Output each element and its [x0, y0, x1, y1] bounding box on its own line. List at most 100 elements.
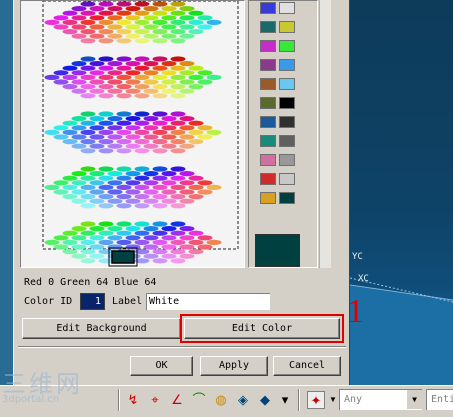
- palette-color-cell: [98, 38, 114, 44]
- apply-button[interactable]: Apply: [200, 356, 268, 376]
- palette-color-cell: [152, 93, 168, 99]
- palette-color-cell: [71, 24, 87, 30]
- edit-background-button[interactable]: Edit Background: [22, 318, 181, 339]
- palette-color-cell: [125, 15, 141, 21]
- color-swatch[interactable]: [279, 2, 295, 14]
- palette-color-cell: [134, 74, 150, 80]
- palette-color-cell: [116, 139, 132, 145]
- color-palette[interactable]: [21, 1, 244, 267]
- palette-color-cell: [98, 1, 114, 7]
- color-swatch[interactable]: [260, 173, 276, 185]
- palette-color-cell: [134, 221, 150, 227]
- palette-color-cell: [125, 79, 141, 85]
- palette-color-cell: [134, 1, 150, 7]
- ok-button[interactable]: OK: [130, 356, 193, 376]
- chevron-down-icon[interactable]: ▼: [407, 390, 422, 409]
- color-swatch[interactable]: [260, 97, 276, 109]
- palette-color-cell: [44, 129, 60, 135]
- palette-color-cell: [107, 143, 123, 149]
- palette-color-cell: [143, 235, 159, 241]
- color-swatch[interactable]: [279, 59, 295, 71]
- cancel-button[interactable]: Cancel: [273, 356, 341, 376]
- color-swatch[interactable]: [279, 192, 295, 204]
- color-swatch[interactable]: [260, 192, 276, 204]
- color-swatch[interactable]: [260, 78, 276, 90]
- color-swatch[interactable]: [260, 40, 276, 52]
- color-swatch[interactable]: [279, 135, 295, 147]
- color-swatch[interactable]: [279, 116, 295, 128]
- color-swatch[interactable]: [279, 97, 295, 109]
- entity-filter-combo[interactable]: Enti: [426, 389, 453, 410]
- palette-color-cell: [89, 88, 105, 94]
- palette-color-cell: [89, 61, 105, 67]
- color-swatch[interactable]: [279, 40, 295, 52]
- palette-color-cell: [197, 125, 213, 131]
- palette-color-cell: [125, 235, 141, 241]
- color-swatch[interactable]: [279, 21, 295, 33]
- palette-color-cell: [143, 116, 159, 122]
- snap-point-icon[interactable]: ✦: [307, 391, 325, 409]
- palette-color-cell: [62, 10, 78, 16]
- palette-color-cell: [80, 111, 96, 117]
- surface-icon[interactable]: ◈: [234, 391, 252, 409]
- color-swatch[interactable]: [260, 2, 276, 14]
- point-icon[interactable]: ∠: [168, 391, 186, 409]
- palette-color-cell: [89, 24, 105, 30]
- palette-color-cell: [206, 239, 222, 245]
- color-label-field[interactable]: White: [146, 293, 270, 310]
- palette-color-cell: [161, 33, 177, 39]
- color-swatch[interactable]: [279, 173, 295, 185]
- palette-color-cell: [89, 79, 105, 85]
- color-swatch[interactable]: [260, 116, 276, 128]
- color-swatch[interactable]: [260, 59, 276, 71]
- info-icon[interactable]: ↯: [124, 391, 142, 409]
- palette-color-cell: [188, 19, 204, 25]
- palette-color-cell: [71, 125, 87, 131]
- angle-icon[interactable]: ⌒: [190, 391, 208, 409]
- selection-filter-combo[interactable]: Any ▼: [339, 389, 422, 410]
- palette-color-cell: [170, 175, 186, 181]
- palette-color-cell: [134, 29, 150, 35]
- palette-color-cell: [80, 239, 96, 245]
- palette-color-cell: [134, 129, 150, 135]
- palette-color-cell: [44, 184, 60, 190]
- color-swatch[interactable]: [260, 135, 276, 147]
- palette-color-cell: [161, 6, 177, 12]
- graphics-viewport[interactable]: YC XC: [350, 0, 453, 385]
- palette-color-cell: [116, 111, 132, 117]
- layer-icon[interactable]: ▾: [276, 391, 294, 409]
- palette-color-cell: [89, 33, 105, 39]
- color-dialog: Red 0 Green 64 Blue 64 Color ID 1 Label …: [13, 0, 350, 385]
- color-id-field[interactable]: 1: [80, 293, 105, 310]
- palette-color-cell: [53, 79, 69, 85]
- palette-color-cell: [125, 180, 141, 186]
- palette-color-cell: [134, 166, 150, 172]
- palette-color-cell: [71, 180, 87, 186]
- curve-icon[interactable]: ◍: [212, 391, 230, 409]
- palette-color-cell: [161, 189, 177, 195]
- color-swatch[interactable]: [260, 154, 276, 166]
- palette-color-cell: [152, 194, 168, 200]
- palette-color-cell: [107, 125, 123, 131]
- custom-colors-scrollbar[interactable]: [319, 0, 331, 268]
- palette-color-cell: [80, 29, 96, 35]
- palette-color-cell: [80, 129, 96, 135]
- palette-color-cell: [152, 258, 168, 264]
- palette-color-cell: [80, 184, 96, 190]
- palette-color-cell: [179, 24, 195, 30]
- palette-color-cell: [107, 198, 123, 204]
- palette-color-cell: [98, 74, 114, 80]
- color-swatch[interactable]: [279, 154, 295, 166]
- palette-color-cell: [53, 189, 69, 195]
- palette-color-cell: [71, 235, 87, 241]
- xc-axis-label: XC: [358, 274, 369, 284]
- paint-icon[interactable]: ◆: [256, 391, 274, 409]
- palette-color-cell: [116, 203, 132, 209]
- color-swatch[interactable]: [260, 21, 276, 33]
- color-palette-panel: [20, 0, 245, 268]
- color-swatch[interactable]: [279, 78, 295, 90]
- palette-color-cell: [125, 33, 141, 39]
- palette-color-cell: [206, 19, 222, 25]
- snap-icon[interactable]: ⌖: [146, 391, 164, 409]
- palette-color-cell: [62, 184, 78, 190]
